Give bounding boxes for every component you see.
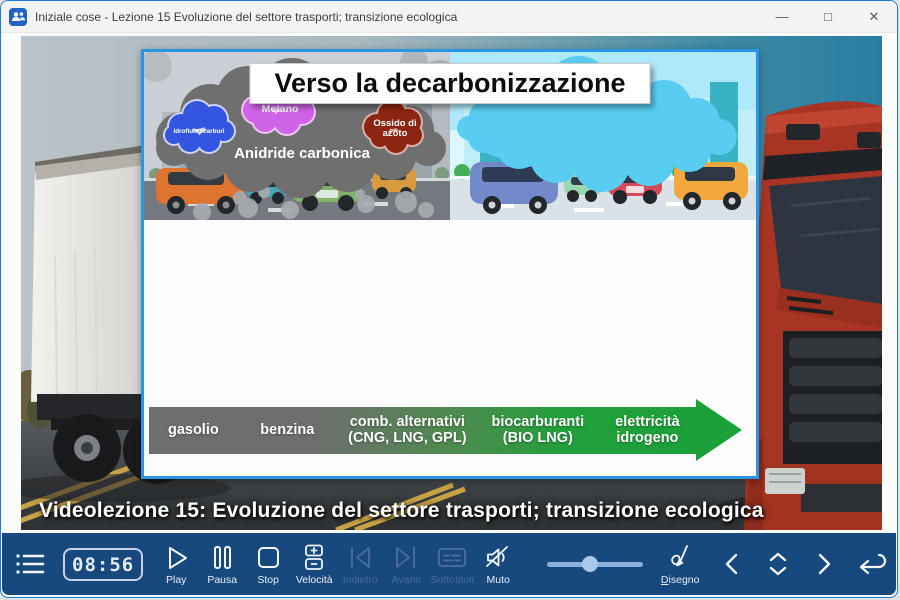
previous-button[interactable]: Indietro xyxy=(337,543,383,586)
co2-cloud-label: Anidride carbonica xyxy=(234,145,371,162)
chevron-left-icon xyxy=(717,548,747,580)
return-arrow-icon xyxy=(852,547,888,581)
video-stage: Verso la decarbonizzazione xyxy=(1,33,897,531)
timer-display: 08:56 xyxy=(63,548,143,581)
pause-icon xyxy=(207,543,237,573)
video-caption: Videolezione 15: Evoluzione del settore … xyxy=(39,499,764,523)
fuel-label-gasolio: gasolio xyxy=(149,422,238,438)
pause-button[interactable]: Pausa xyxy=(199,543,245,586)
app-window: Iniziale cose - Lezione 15 Evoluzione de… xyxy=(0,0,898,598)
speed-plus-minus-icon xyxy=(299,543,329,573)
mute-icon xyxy=(483,543,513,573)
fuel-label-biocarburanti: biocarburanti(BIO LNG) xyxy=(478,414,598,446)
titlebar: Iniziale cose - Lezione 15 Evoluzione de… xyxy=(1,1,897,33)
arrow-body: gasolio benzina comb. alternativi(CNG, L… xyxy=(149,407,697,454)
bulleted-list-icon xyxy=(13,549,47,579)
methane-cloud-label: Metano xyxy=(262,103,299,115)
next-button[interactable]: Avanti xyxy=(383,543,429,586)
window-controls: — □ ✕ xyxy=(759,1,897,32)
minimize-button[interactable]: — xyxy=(759,1,805,32)
return-button[interactable] xyxy=(851,547,889,581)
people-icon xyxy=(11,11,25,23)
subtitles-button[interactable]: Sottotitoli xyxy=(429,543,475,586)
arrow-head xyxy=(696,399,742,461)
video-frame: Verso la decarbonizzazione xyxy=(21,36,882,530)
expand-vertical-button[interactable] xyxy=(759,547,797,581)
volume-slider[interactable] xyxy=(547,555,643,573)
mute-button[interactable]: Muto xyxy=(475,543,521,586)
nox-cloud-label: Ossido di azoto xyxy=(368,112,422,146)
play-button[interactable]: Play xyxy=(153,543,199,586)
window-title: Iniziale cose - Lezione 15 Evoluzione de… xyxy=(35,10,457,24)
fuel-label-comb-alternativi: comb. alternativi(CNG, LNG, GPL) xyxy=(337,414,478,446)
subtitles-icon xyxy=(436,543,468,573)
slider-thumb[interactable] xyxy=(582,556,598,572)
close-button[interactable]: ✕ xyxy=(851,1,897,32)
draw-button[interactable]: Disegno xyxy=(657,543,703,586)
hfc-cloud-label: Idrofluorocarburi xyxy=(173,128,224,135)
speed-button[interactable]: Velocità xyxy=(291,543,337,586)
maximize-button[interactable]: □ xyxy=(805,1,851,32)
skip-forward-icon xyxy=(391,543,421,573)
player-toolbar: 08:56 Play Pausa Stop xyxy=(2,533,896,595)
stop-icon xyxy=(253,543,283,573)
chevron-right-icon xyxy=(809,548,839,580)
arrow-left-button[interactable] xyxy=(713,548,751,580)
app-icon xyxy=(9,8,27,26)
fuel-transition-arrow: gasolio benzina comb. alternativi(CNG, L… xyxy=(149,399,753,461)
fuel-label-elettricita: elettricitàidrogeno xyxy=(598,414,697,446)
skip-back-icon xyxy=(345,543,375,573)
ink-pen-icon xyxy=(665,543,695,573)
stop-button[interactable]: Stop xyxy=(245,543,291,586)
chevrons-up-down-icon xyxy=(762,547,794,581)
playlist-button[interactable] xyxy=(10,549,50,579)
arrow-right-button[interactable] xyxy=(805,548,843,580)
lesson-slide: Verso la decarbonizzazione xyxy=(141,49,759,479)
play-icon xyxy=(161,543,191,573)
slide-title: Verso la decarbonizzazione xyxy=(249,63,650,104)
fuel-label-benzina: benzina xyxy=(238,422,337,438)
